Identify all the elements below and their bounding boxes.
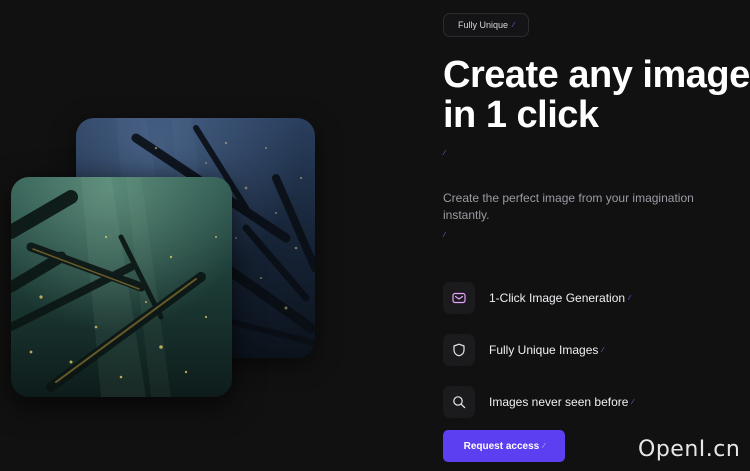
edit-marker-icon: ⁄ (444, 232, 446, 239)
request-access-button[interactable]: Request access ⁄ (443, 430, 565, 462)
request-access-label: Request access (463, 440, 540, 452)
feature-label: 1-Click Image Generation (489, 291, 626, 305)
page-title: Create any image in 1 click (443, 55, 750, 135)
envelope-icon (443, 282, 475, 314)
feature-label: Images never seen before (489, 395, 629, 409)
feature-label: Fully Unique Images (489, 343, 599, 357)
title-line-1: Create any image (443, 54, 750, 96)
shield-icon (443, 334, 475, 366)
gallery-image-front (11, 177, 232, 397)
site-watermark: OpenI.cn (638, 437, 741, 462)
badge-label: Fully Unique (458, 20, 509, 30)
title-line-2: in 1 click (443, 94, 599, 136)
edit-marker-icon: ⁄ (632, 398, 634, 406)
hero-subtitle: Create the perfect image from your imagi… (443, 191, 694, 222)
edit-marker-icon: ⁄ (513, 21, 515, 29)
feature-item-unique: Fully Unique Images ⁄ (443, 334, 604, 366)
fully-unique-badge: Fully Unique ⁄ (443, 13, 530, 37)
search-icon (443, 386, 475, 418)
feature-item-one-click: 1-Click Image Generation ⁄ (443, 282, 630, 314)
edit-marker-icon: ⁄ (629, 294, 631, 302)
feature-item-never-seen: Images never seen before ⁄ (443, 386, 634, 418)
edit-marker-icon: ⁄ (602, 346, 604, 354)
edit-marker-icon: ⁄ (444, 150, 446, 157)
edit-marker-icon: ⁄ (543, 442, 545, 450)
